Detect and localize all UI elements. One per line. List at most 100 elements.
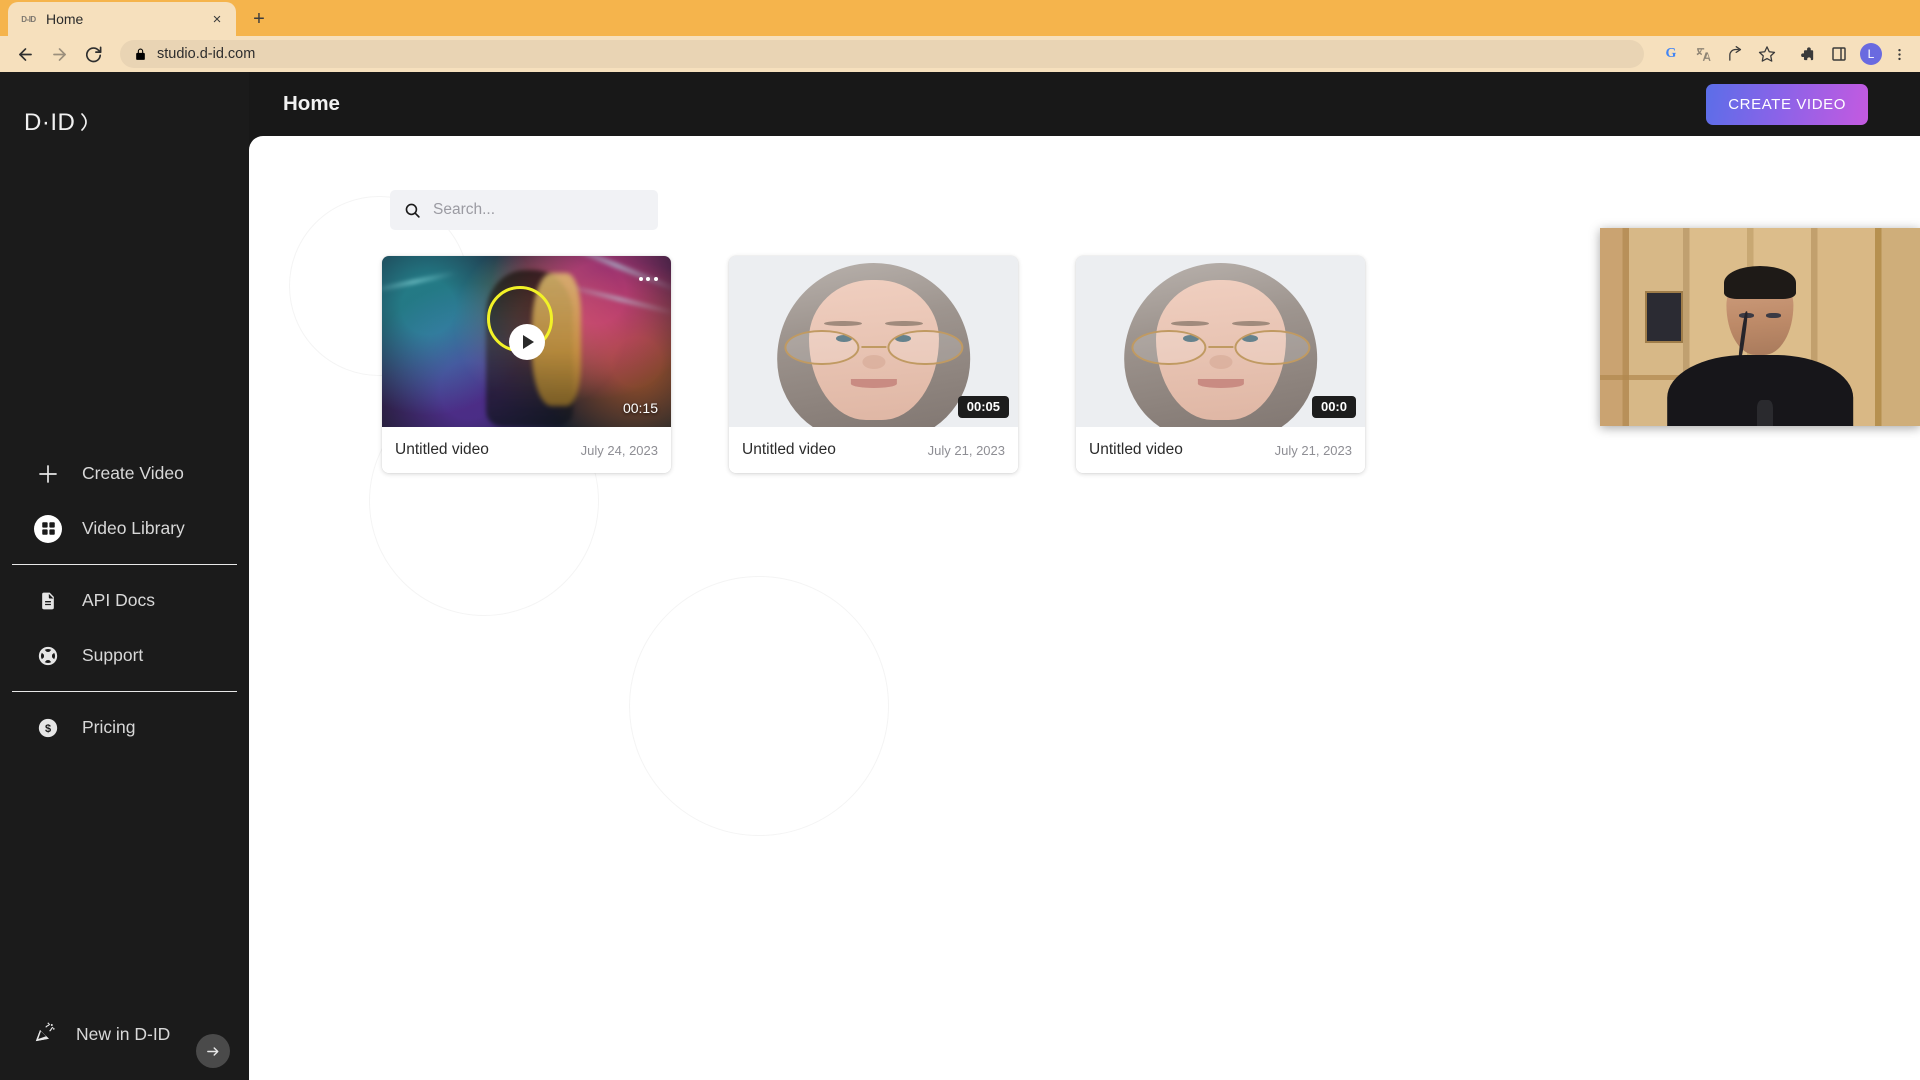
glasses-lens-left — [1130, 329, 1207, 366]
video-date: July 21, 2023 — [1274, 442, 1352, 458]
lifebuoy-icon — [34, 642, 62, 670]
browser-toolbar: studio.d-id.com G L — [0, 36, 1920, 72]
glasses-lens-right — [1234, 329, 1311, 366]
video-library-grid: 00:15 Untitled video July 24, 2023 00:05… — [382, 256, 1365, 473]
chrome-menu-icon[interactable] — [1888, 39, 1910, 69]
video-card[interactable]: 00:15 Untitled video July 24, 2023 — [382, 256, 671, 473]
sidebar-item-label: Create Video — [82, 463, 184, 483]
search-bar[interactable] — [390, 190, 658, 230]
new-tab-button[interactable]: + — [242, 4, 276, 34]
video-date: July 24, 2023 — [580, 442, 658, 458]
webcam-background-shelf — [1600, 374, 1684, 381]
glasses-lens-left — [783, 329, 860, 366]
sidebar-item-video-library[interactable]: Video Library — [12, 501, 237, 556]
video-card-meta: Untitled video July 21, 2023 — [729, 427, 1018, 473]
sidebar-item-label: Pricing — [82, 717, 136, 737]
presenter-webcam-overlay — [1600, 228, 1920, 426]
video-thumbnail-portrait[interactable]: 00:0 — [1076, 256, 1365, 427]
toolbar-icon-group: G L — [1656, 39, 1910, 69]
glasses-bridge — [860, 346, 887, 349]
forward-button[interactable] — [44, 39, 74, 69]
video-duration-badge: 00:15 — [622, 399, 658, 416]
video-card[interactable]: 00:0 Untitled video July 21, 2023 — [1076, 256, 1365, 473]
video-options-kebab-icon[interactable] — [635, 266, 661, 292]
play-button[interactable] — [508, 323, 545, 360]
sidebar-primary-nav: Create Video Video Library — [0, 446, 249, 556]
google-icon[interactable]: G — [1656, 39, 1686, 69]
video-duration-badge: 00:05 — [957, 395, 1009, 418]
video-card-meta: Untitled video July 24, 2023 — [382, 427, 671, 473]
back-button[interactable] — [10, 39, 40, 69]
grid-icon — [34, 514, 62, 543]
sidebar-tertiary-nav: $ Pricing — [0, 700, 249, 755]
sidebar-item-create-video[interactable]: Create Video — [12, 446, 237, 501]
webcam-microphone — [1756, 400, 1773, 426]
webcam-person-hair — [1724, 265, 1796, 300]
webcam-background-panel — [1644, 291, 1684, 343]
document-icon — [34, 587, 62, 615]
party-popper-icon — [34, 1021, 56, 1048]
d-id-favicon-icon: D-ID — [21, 14, 36, 24]
webcam-person-eye-right — [1766, 313, 1781, 319]
browser-window: D-ID Home × + studio.d-id.com G L D·ID C… — [0, 0, 1920, 1080]
collapse-sidebar-button[interactable] — [196, 1034, 230, 1068]
close-tab-icon[interactable]: × — [208, 10, 226, 28]
portrait-nose — [1208, 355, 1233, 369]
video-card[interactable]: 00:05 Untitled video July 21, 2023 — [729, 256, 1018, 473]
sidebar: D·ID Create Video Video Library API Docs… — [0, 72, 249, 1080]
glasses-lens-right — [887, 329, 964, 366]
sidebar-secondary-nav: API Docs Support — [0, 573, 249, 683]
sidebar-item-label: Video Library — [82, 518, 185, 538]
address-bar[interactable]: studio.d-id.com — [120, 40, 1644, 68]
watermark-shape — [629, 576, 889, 836]
page-header: Home CREATE VIDEO — [249, 72, 1920, 136]
video-title: Untitled video — [395, 441, 489, 458]
search-icon — [404, 202, 421, 219]
glasses-bridge — [1207, 346, 1234, 349]
share-icon[interactable] — [1720, 39, 1750, 69]
browser-tab-home[interactable]: D-ID Home × — [8, 2, 236, 36]
sidebar-item-pricing[interactable]: $ Pricing — [12, 700, 237, 755]
browser-tab-title: Home — [46, 11, 84, 27]
video-card-meta: Untitled video July 21, 2023 — [1076, 427, 1365, 473]
video-title: Untitled video — [1089, 441, 1183, 458]
sidebar-divider-1 — [12, 564, 237, 565]
sidebar-divider-2 — [12, 691, 237, 692]
play-triangle-icon — [522, 334, 534, 349]
svg-text:D·ID: D·ID — [24, 109, 75, 136]
portrait-mouth — [1197, 379, 1244, 388]
main-area: Home CREATE VIDEO Search... 00:15 Untitl… — [249, 72, 1920, 1080]
plus-icon — [34, 460, 62, 488]
dollar-circle-icon: $ — [34, 714, 62, 742]
video-title: Untitled video — [742, 441, 836, 458]
portrait-mouth — [850, 379, 897, 388]
video-thumbnail-portrait[interactable]: 00:05 — [729, 256, 1018, 427]
d-id-logo[interactable]: D·ID — [22, 100, 92, 144]
profile-avatar[interactable]: L — [1856, 39, 1886, 69]
url-text: studio.d-id.com — [157, 46, 256, 62]
profile-initial: L — [1860, 43, 1882, 65]
translate-icon[interactable] — [1688, 39, 1718, 69]
sidebar-item-api-docs[interactable]: API Docs — [12, 573, 237, 628]
svg-text:$: $ — [45, 723, 51, 735]
portrait-nose — [861, 355, 886, 369]
sidebar-item-label: Support — [82, 645, 144, 665]
d-id-studio-app: D·ID Create Video Video Library API Docs… — [0, 72, 1920, 1080]
search-input[interactable] — [433, 201, 644, 219]
reload-button[interactable] — [78, 39, 108, 69]
side-panel-icon[interactable] — [1824, 39, 1854, 69]
browser-tabstrip: D-ID Home × + — [0, 0, 1920, 36]
extensions-icon[interactable] — [1792, 39, 1822, 69]
video-date: July 21, 2023 — [927, 442, 1005, 458]
sidebar-item-label: New in D-ID — [76, 1024, 171, 1044]
sidebar-item-support[interactable]: Support — [12, 628, 237, 683]
bookmark-star-icon[interactable] — [1752, 39, 1782, 69]
create-video-button[interactable]: CREATE VIDEO — [1706, 83, 1868, 125]
sidebar-item-label: API Docs — [82, 590, 155, 610]
lock-icon — [134, 48, 147, 61]
page-title: Home — [283, 92, 340, 115]
video-thumbnail-neon[interactable]: 00:15 — [382, 256, 671, 427]
neon-light-streak — [382, 270, 457, 293]
video-duration-badge: 00:0 — [1311, 395, 1356, 418]
